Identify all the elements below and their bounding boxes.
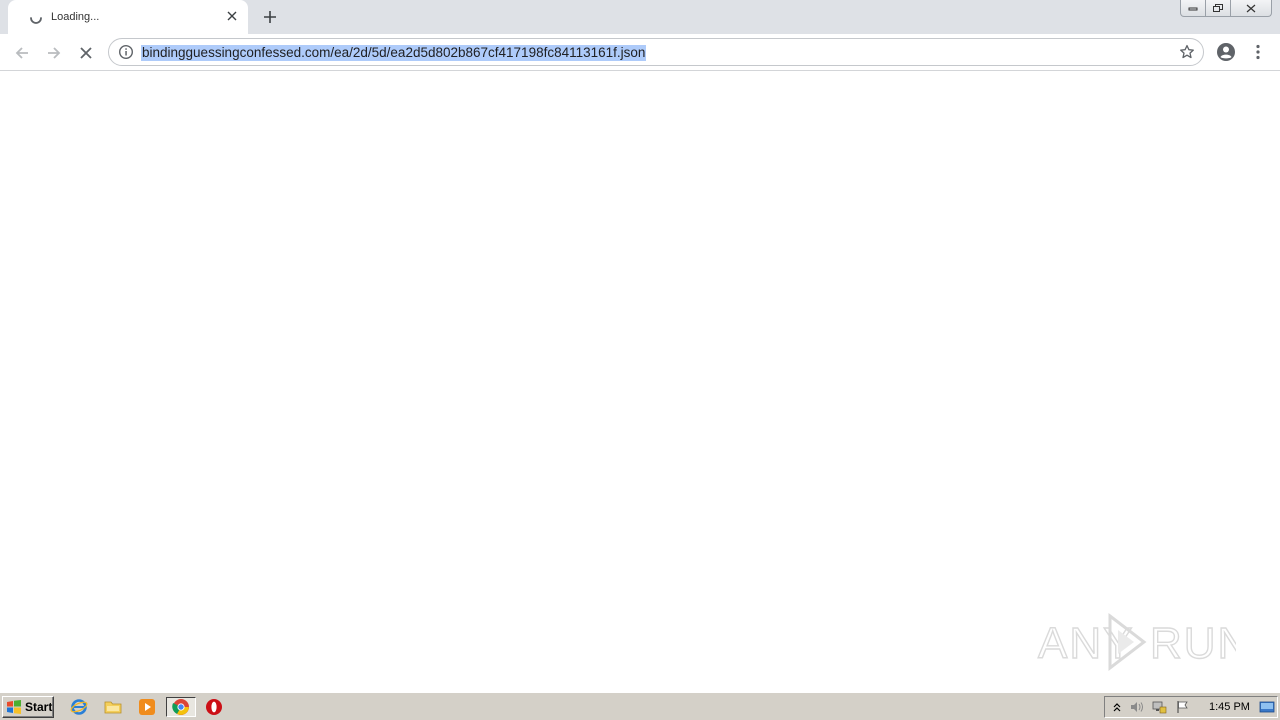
forward-arrow-icon (48, 47, 61, 59)
start-button[interactable]: Start (2, 696, 54, 718)
back-button[interactable] (9, 40, 35, 66)
stop-button[interactable] (73, 40, 99, 66)
loading-spinner-icon (28, 10, 44, 26)
windows-logo-icon (7, 700, 21, 714)
restore-icon (1213, 4, 1223, 12)
close-icon (1246, 4, 1256, 12)
opera-icon[interactable] (203, 697, 225, 717)
system-tray: 1:45 PM (1104, 696, 1278, 718)
action-center-flag-icon[interactable] (1175, 699, 1191, 715)
volume-icon[interactable] (1129, 699, 1145, 715)
url-text[interactable]: bindingguessingconfessed.com/ea/2d/5d/ea… (141, 45, 647, 61)
window-controls (1180, 0, 1272, 18)
menu-button[interactable] (1248, 40, 1268, 64)
internet-explorer-icon[interactable] (68, 697, 90, 717)
profile-button[interactable] (1214, 40, 1238, 64)
stop-x-icon (80, 47, 92, 59)
minimize-icon (1188, 7, 1198, 11)
media-player-icon[interactable] (136, 697, 158, 717)
back-arrow-icon (15, 47, 28, 59)
windows-taskbar: Start 1:45 PM (0, 692, 1280, 720)
plus-icon (264, 11, 276, 23)
start-label: Start (25, 700, 53, 714)
page-content: ANY RUN (0, 72, 1280, 692)
star-icon[interactable] (1179, 44, 1195, 60)
network-icon[interactable] (1151, 699, 1167, 715)
new-tab-button[interactable] (258, 5, 282, 29)
chrome-icon[interactable] (166, 697, 196, 717)
anyrun-logo-icon: ANY RUN (1037, 612, 1250, 672)
window-close-button[interactable] (1230, 0, 1272, 17)
restore-button[interactable] (1205, 0, 1231, 17)
show-desktop-icon[interactable] (1259, 699, 1275, 715)
account-icon (1217, 43, 1235, 61)
address-bar[interactable]: bindingguessingconfessed.com/ea/2d/5d/ea… (108, 38, 1204, 66)
browser-toolbar: bindingguessingconfessed.com/ea/2d/5d/ea… (0, 34, 1280, 71)
tab-close-icon[interactable] (224, 8, 240, 24)
kebab-menu-icon (1256, 44, 1260, 60)
anyrun-watermark: ANY RUN (1036, 610, 1250, 674)
svg-text:RUN: RUN (1150, 619, 1236, 668)
browser-tab[interactable]: Loading... (8, 0, 248, 34)
minimize-button[interactable] (1180, 0, 1206, 17)
taskbar-clock[interactable]: 1:45 PM (1209, 701, 1250, 713)
tab-title: Loading... (51, 11, 100, 23)
tab-strip: Loading... (0, 0, 1280, 34)
file-explorer-icon[interactable] (102, 697, 124, 717)
show-hidden-icons-icon[interactable] (1109, 699, 1125, 715)
forward-button[interactable] (41, 40, 67, 66)
info-icon[interactable] (118, 44, 134, 60)
